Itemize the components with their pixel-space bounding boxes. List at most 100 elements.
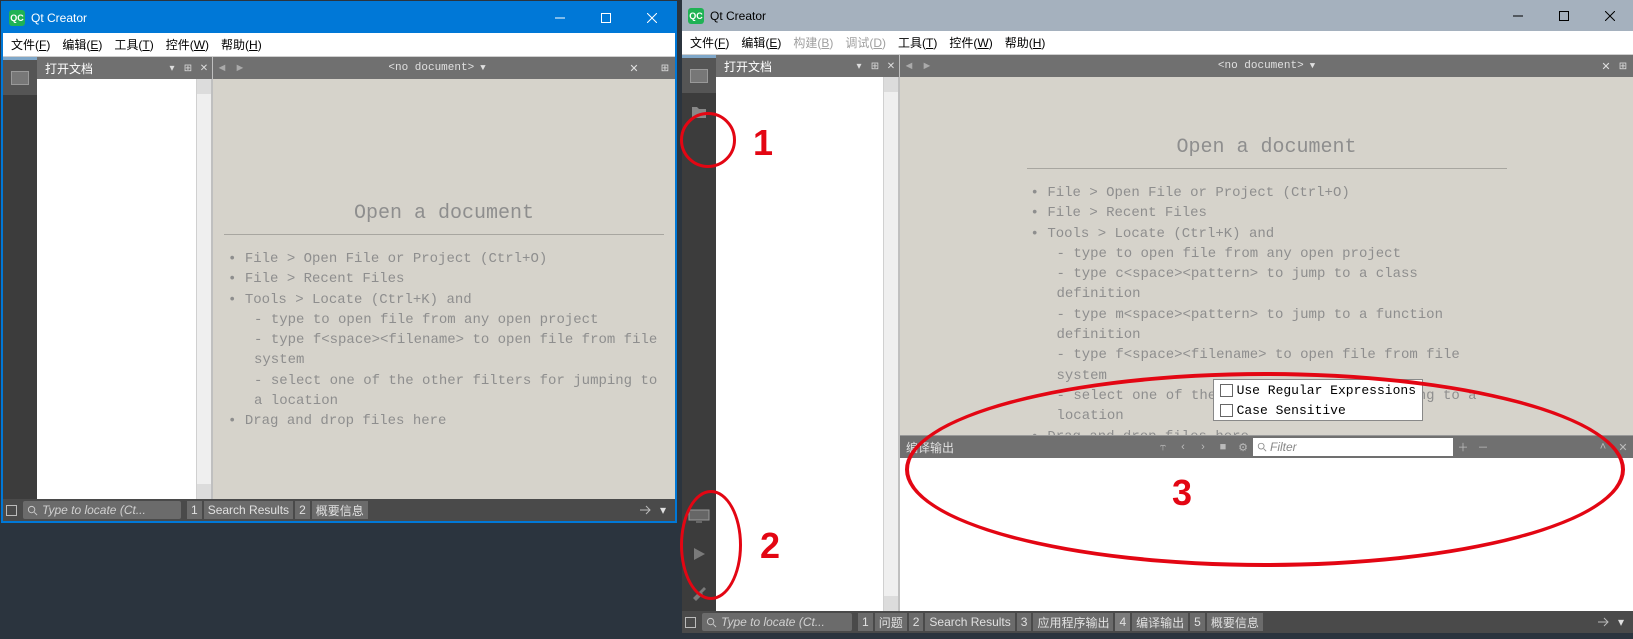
search-icon	[706, 617, 717, 628]
statusbar: Type to locate (Ct... 1Search Results2概要…	[3, 499, 675, 521]
menubar: 文件(F)编辑(E)构建(B)调试(D)工具(T)控件(W)帮助(H)	[682, 31, 1633, 55]
annotation-circle-1	[680, 112, 736, 168]
maximize-button[interactable]	[1541, 1, 1587, 31]
minimize-button[interactable]	[1495, 1, 1541, 31]
window-title: Qt Creator	[31, 11, 87, 25]
output-pane-number[interactable]: 5	[1190, 613, 1205, 631]
help-line: Drag and drop files here	[224, 411, 664, 431]
output-pane-button[interactable]: 问题	[875, 613, 907, 631]
statusbar: Type to locate (Ct... 1问题2Search Results…	[682, 611, 1633, 633]
mode-sidebar	[3, 57, 37, 499]
close-panes-icon[interactable]: ▾	[655, 502, 671, 518]
scrollbar[interactable]	[883, 77, 898, 611]
close-button[interactable]	[629, 3, 675, 33]
open-documents-label: 打开文档	[716, 58, 780, 75]
editor-welcome: Open a document File > Open File or Proj…	[213, 79, 675, 499]
menu-item[interactable]: 工具(T)	[108, 34, 159, 55]
help-line: type to open file from any open project	[1027, 244, 1507, 264]
mode-welcome[interactable]	[3, 57, 37, 95]
back-button[interactable]: ◄	[213, 62, 231, 74]
split-icon[interactable]: ⊞	[180, 57, 196, 79]
dropdown-icon[interactable]: ▾	[851, 55, 867, 77]
close-button[interactable]	[1587, 1, 1633, 31]
help-line: type to open file from any open project	[224, 310, 664, 330]
output-pane-number[interactable]: 4	[1115, 613, 1130, 631]
help-line: type m<space><pattern> to jump to a func…	[1027, 305, 1507, 346]
open-documents-pane: 打开文档 ▾ ⊞ ✕	[37, 57, 213, 499]
help-line: Tools > Locate (Ctrl+K) and	[1027, 224, 1507, 244]
help-line: File > Open File or Project (Ctrl+O)	[224, 249, 664, 269]
menu-item: 构建(B)	[787, 32, 839, 53]
locator-input[interactable]: Type to locate (Ct...	[23, 501, 181, 519]
next-issue-icon[interactable]	[1595, 614, 1611, 630]
menu-item[interactable]: 文件(F)	[5, 34, 56, 55]
help-line: File > Open File or Project (Ctrl+O)	[1027, 183, 1507, 203]
mode-welcome[interactable]	[682, 55, 716, 93]
locator-input[interactable]: Type to locate (Ct...	[702, 613, 852, 631]
search-icon	[27, 505, 38, 516]
maximize-button[interactable]	[583, 3, 629, 33]
back-button[interactable]: ◄	[900, 60, 918, 72]
help-line: type c<space><pattern> to jump to a clas…	[1027, 264, 1507, 305]
toggle-sidebar[interactable]	[682, 617, 698, 628]
menu-item[interactable]: 编辑(E)	[56, 34, 108, 55]
close-tab-icon[interactable]: ✕	[1597, 60, 1615, 73]
help-title: Open a document	[1027, 133, 1507, 162]
output-pane-button[interactable]: 概要信息	[312, 501, 368, 519]
document-tab[interactable]: <no document>▼	[936, 60, 1597, 72]
forward-button[interactable]: ►	[231, 62, 249, 74]
qtcreator-window-left: QC Qt Creator 文件(F)编辑(E)工具(T)控件(W)帮助(H) …	[1, 1, 677, 523]
output-pane-number[interactable]: 1	[187, 501, 202, 519]
menu-item[interactable]: 工具(T)	[892, 32, 943, 53]
split-editor-icon[interactable]: ⊞	[1615, 61, 1633, 72]
output-pane-button[interactable]: 编译输出	[1132, 613, 1188, 631]
toggle-sidebar[interactable]	[3, 505, 19, 516]
menu-item[interactable]: 文件(F)	[684, 32, 735, 53]
help-line: Tools > Locate (Ctrl+K) and	[224, 290, 664, 310]
open-documents-list	[716, 77, 899, 611]
output-pane-number[interactable]: 2	[909, 613, 924, 631]
output-pane-number[interactable]: 1	[858, 613, 873, 631]
help-title: Open a document	[224, 199, 664, 228]
help-line: select one of the other filters for jump…	[224, 371, 664, 412]
minimize-button[interactable]	[537, 3, 583, 33]
output-pane-button[interactable]: 概要信息	[1207, 613, 1263, 631]
scrollbar[interactable]	[196, 79, 211, 499]
menu-item[interactable]: 控件(W)	[160, 34, 215, 55]
split-icon[interactable]: ⊞	[867, 55, 883, 77]
titlebar[interactable]: QC Qt Creator	[682, 1, 1633, 31]
annotation-label-3: 3	[1172, 472, 1192, 514]
rectangle-icon	[11, 71, 29, 85]
close-tab-icon[interactable]: ✕	[625, 62, 643, 75]
split-editor-icon[interactable]: ⊞	[657, 63, 675, 74]
editor-pane: ◄ ► <no document>▼ ✕ ⊞ Open a document F…	[213, 57, 675, 499]
output-pane-button[interactable]: Search Results	[925, 613, 1014, 631]
window-title: Qt Creator	[710, 9, 766, 23]
menu-item[interactable]: 帮助(H)	[999, 32, 1052, 53]
output-pane-button[interactable]: 应用程序输出	[1033, 613, 1113, 631]
next-issue-icon[interactable]	[637, 502, 653, 518]
open-documents-label: 打开文档	[37, 60, 101, 77]
menu-item[interactable]: 帮助(H)	[215, 34, 268, 55]
annotation-label-2: 2	[760, 525, 780, 567]
progress-icon[interactable]: ▾	[1613, 614, 1629, 630]
output-pane-button[interactable]: Search Results	[204, 501, 293, 519]
menu-item[interactable]: 编辑(E)	[735, 32, 787, 53]
titlebar[interactable]: QC Qt Creator	[3, 3, 675, 33]
open-documents-pane: 打开文档 ▾ ⊞ ✕	[716, 55, 900, 611]
app-icon: QC	[688, 8, 704, 24]
menu-item[interactable]: 控件(W)	[943, 32, 998, 53]
forward-button[interactable]: ►	[918, 60, 936, 72]
help-line: File > Recent Files	[1027, 203, 1507, 223]
menubar: 文件(F)编辑(E)工具(T)控件(W)帮助(H)	[3, 33, 675, 57]
rectangle-icon	[690, 69, 708, 83]
output-pane-number[interactable]: 2	[295, 501, 310, 519]
document-tab[interactable]: <no document>▼	[249, 62, 625, 74]
output-pane-number[interactable]: 3	[1017, 613, 1032, 631]
annotation-circle-2	[680, 490, 742, 600]
open-documents-list	[37, 79, 212, 499]
close-pane-icon[interactable]: ✕	[883, 55, 899, 77]
menu-item: 调试(D)	[839, 32, 892, 53]
close-pane-icon[interactable]: ✕	[196, 57, 212, 79]
dropdown-icon[interactable]: ▾	[164, 57, 180, 79]
